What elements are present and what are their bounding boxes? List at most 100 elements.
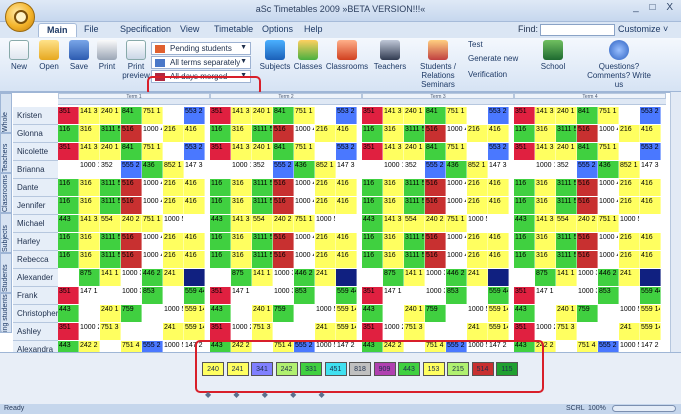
lesson-cell[interactable]: 351 — [210, 287, 231, 304]
lesson-cell[interactable]: 241 — [315, 323, 336, 340]
lesson-cell[interactable]: 416 — [488, 251, 509, 268]
lesson-cell[interactable]: 116 — [362, 125, 383, 142]
side-tab[interactable]: Classrooms — [0, 173, 12, 213]
lesson-cell[interactable]: 3111 5 — [100, 179, 121, 196]
lesson-cell[interactable]: 216 — [619, 125, 640, 142]
lesson-cell[interactable]: 316 — [383, 197, 404, 214]
lesson-cell[interactable]: 751 1 — [446, 107, 467, 124]
lesson-cell[interactable]: 1000 4 — [142, 179, 163, 196]
lesson-cell[interactable]: 516 — [577, 179, 598, 196]
lesson-cell[interactable]: 1000 3 — [577, 287, 598, 304]
lesson-cell[interactable]: 216 — [163, 233, 184, 250]
lesson-cell[interactable]: 216 — [163, 197, 184, 214]
lesson-cell[interactable]: 1000 4 — [598, 125, 619, 142]
lesson-cell[interactable]: 116 — [58, 179, 79, 196]
lesson-cell[interactable]: 216 — [315, 125, 336, 142]
lesson-cell[interactable]: 516 — [273, 251, 294, 268]
lesson-cell[interactable]: 416 — [640, 233, 661, 250]
tray-toolbar[interactable]: ◆ ◆ ◆ ◆ ◆ — [205, 390, 335, 399]
student-name[interactable]: Ashley — [13, 323, 58, 341]
lesson-cell[interactable]: 555 2 — [121, 161, 142, 178]
lesson-cell[interactable]: 351 — [514, 143, 535, 160]
lesson-cell[interactable]: 1000 4 — [294, 251, 315, 268]
lesson-cell[interactable] — [425, 323, 446, 340]
student-name[interactable]: Brianna — [13, 161, 58, 179]
lesson-cell[interactable] — [514, 269, 535, 286]
lesson-cell[interactable]: 559 147 3 — [640, 323, 661, 340]
lesson-cell[interactable]: 147 1 — [535, 287, 556, 304]
lesson-cell[interactable]: 1000 3 — [425, 287, 446, 304]
lesson-cell[interactable]: 1000 4 — [446, 179, 467, 196]
lesson-cell[interactable]: 351 — [210, 323, 231, 340]
lesson-cell[interactable]: 559 147 3 — [336, 305, 357, 322]
lesson-cell[interactable]: 3111 5 — [556, 233, 577, 250]
student-name[interactable]: Frank — [13, 287, 58, 305]
lesson-cell[interactable] — [488, 215, 509, 232]
lesson-cell[interactable] — [294, 305, 315, 322]
lesson-cell[interactable]: 1000 4 — [294, 233, 315, 250]
lesson-cell[interactable]: 416 — [640, 251, 661, 268]
lesson-cell[interactable]: 240 2 — [273, 215, 294, 232]
lesson-cell[interactable]: 416 — [488, 197, 509, 214]
lesson-cell[interactable]: 351 — [362, 287, 383, 304]
lesson-cell[interactable]: 516 — [273, 179, 294, 196]
lesson-cell[interactable]: 240 1 — [404, 143, 425, 160]
lesson-cell[interactable]: 3111 5 — [556, 125, 577, 142]
lesson-cell[interactable] — [79, 305, 100, 322]
lesson-cell[interactable]: 116 — [514, 197, 535, 214]
lesson-cell[interactable]: 751 1 — [142, 107, 163, 124]
tab-view[interactable]: View — [172, 23, 207, 37]
lesson-cell[interactable]: 1000 4 — [598, 233, 619, 250]
lesson-cell[interactable]: 1000 4 — [598, 197, 619, 214]
lesson-cell[interactable]: 1000 4 — [142, 197, 163, 214]
lesson-cell[interactable]: 141 1 — [100, 269, 121, 286]
lesson-cell[interactable]: 351 — [362, 107, 383, 124]
lesson-cell[interactable]: 559 147 3 — [488, 323, 509, 340]
lesson-cell[interactable]: 3111 5 — [556, 197, 577, 214]
lesson-cell[interactable]: 443 — [514, 215, 535, 232]
lesson-cell[interactable]: 141 3 — [231, 107, 252, 124]
lesson-cell[interactable]: 853 — [446, 287, 467, 304]
lesson-cell[interactable]: 240 1 — [556, 143, 577, 160]
lesson-cell[interactable]: 316 — [231, 251, 252, 268]
lesson-cell[interactable]: 316 — [535, 251, 556, 268]
lesson-cell[interactable]: 416 — [640, 125, 661, 142]
lesson-cell[interactable] — [640, 269, 661, 286]
lesson-cell[interactable]: 446 2 — [294, 269, 315, 286]
lesson-cell[interactable] — [404, 287, 425, 304]
lesson-cell[interactable]: 1000 4 — [598, 251, 619, 268]
lesson-cell[interactable]: 443 — [514, 305, 535, 322]
lesson-cell[interactable] — [273, 323, 294, 340]
lesson-cell[interactable]: 351 — [210, 107, 231, 124]
lesson-cell[interactable]: 751 1 — [294, 143, 315, 160]
student-name[interactable]: Alexander — [13, 269, 58, 287]
lesson-cell[interactable]: 240 1 — [252, 107, 273, 124]
side-tab[interactable]: Subjects — [0, 213, 12, 253]
lesson-cell[interactable] — [336, 269, 357, 286]
lesson-cell[interactable]: 216 — [619, 251, 640, 268]
lesson-cell[interactable]: 751 3 — [100, 323, 121, 340]
lesson-cell[interactable]: 416 — [184, 125, 205, 142]
lesson-cell[interactable]: 241 — [467, 323, 488, 340]
lesson-cell[interactable]: 553 2 — [640, 107, 661, 124]
lesson-cell[interactable] — [619, 107, 640, 124]
lesson-cell[interactable]: 416 — [336, 233, 357, 250]
lesson-cell[interactable]: 116 — [362, 251, 383, 268]
lesson-cell[interactable]: 1000 5 — [315, 215, 336, 232]
student-name[interactable]: Harley — [13, 233, 58, 251]
lesson-cell[interactable] — [231, 305, 252, 322]
lesson-cell[interactable]: 147 1 — [79, 287, 100, 304]
lesson-cell[interactable]: 751 3 — [252, 323, 273, 340]
lesson-cell[interactable]: 875 — [383, 269, 404, 286]
lesson-cell[interactable]: 516 — [425, 179, 446, 196]
lesson-cell[interactable]: 1000 3 — [273, 287, 294, 304]
lesson-cell[interactable]: 1000 3 — [121, 269, 142, 286]
lesson-cell[interactable]: 3111 5 — [100, 125, 121, 142]
lesson-cell[interactable]: 751 3 — [404, 323, 425, 340]
lesson-cell[interactable]: 216 — [467, 125, 488, 142]
lesson-cell[interactable]: 351 — [210, 143, 231, 160]
student-name[interactable]: Dante — [13, 179, 58, 197]
lesson-cell[interactable]: 351 — [58, 287, 79, 304]
lesson-cell[interactable] — [210, 269, 231, 286]
lesson-cell[interactable]: 141 1 — [404, 269, 425, 286]
